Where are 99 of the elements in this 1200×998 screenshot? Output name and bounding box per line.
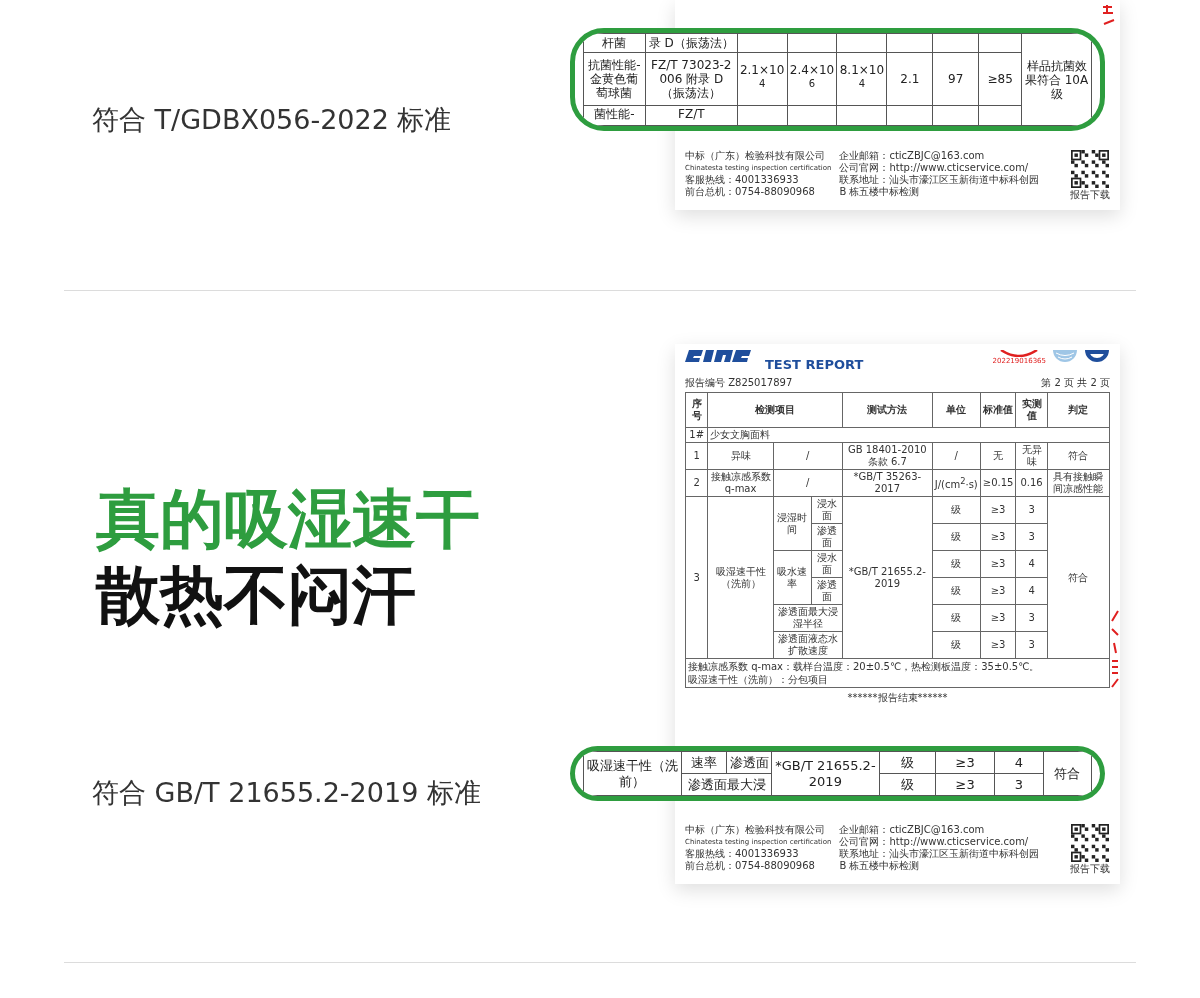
table-cell: 级 xyxy=(879,751,936,774)
headline-text: 散热不闷汗 xyxy=(96,557,416,633)
seal-icon xyxy=(1100,4,1116,26)
table-cell: 级 xyxy=(932,550,981,578)
table-cell: 渗透面 xyxy=(726,751,772,774)
table-cell: 3 xyxy=(685,496,708,659)
footer-text: 企业邮箱：cticZBJC@163.com xyxy=(839,824,986,836)
table-cell: 渗透面液态水扩散速度 xyxy=(773,631,843,659)
table-cell: FZ/T xyxy=(645,105,738,126)
seal-icon xyxy=(1108,609,1120,689)
table-cell: 4 xyxy=(994,751,1044,774)
table-cell: ≥3 xyxy=(935,751,995,774)
table-cell: 异味 xyxy=(708,442,774,470)
table-cell: ≥3 xyxy=(980,604,1016,632)
table-cell: *GB/T 21655.2-2019 xyxy=(771,751,879,796)
table-cell: ≥3 xyxy=(935,773,995,796)
table-cell: 符合 xyxy=(1043,751,1092,796)
report-number: 报告编号 Z825017897 xyxy=(685,376,793,390)
table-cell: 3 xyxy=(1015,496,1048,524)
table-cell: ≥3 xyxy=(980,577,1016,605)
table-cell: 级 xyxy=(932,523,981,551)
column-header: 实测值 xyxy=(1015,392,1048,428)
footer-text: 前台总机：0754-88090968 xyxy=(685,186,816,198)
qr-label: 报告下载 xyxy=(1070,862,1110,876)
table-cell: 级 xyxy=(932,577,981,605)
footer-text: 联系地址：汕头市濠江区玉新街道中标科创园 xyxy=(839,848,1040,860)
table-cell: 无异味 xyxy=(1015,442,1048,470)
table-cell: 97 xyxy=(932,52,979,106)
table-cell: 具有接触瞬间凉感性能 xyxy=(1047,469,1110,497)
qr-label: 报告下载 xyxy=(1070,188,1110,202)
footer-text: 公司官网：http://www.cticservice.com/ xyxy=(839,162,1030,174)
qr-code-icon xyxy=(1071,150,1109,188)
table-cell: 浸湿时间 xyxy=(773,496,812,551)
column-header: 序号 xyxy=(685,392,708,428)
table-cell: 菌性能- xyxy=(583,105,646,126)
footer-text: 前台总机：0754-88090968 xyxy=(685,860,816,872)
report-title: TEST REPORT xyxy=(765,357,864,372)
table-cell: 吸湿速干性（洗前） xyxy=(583,751,682,796)
table-cell: *GB/T 35263-2017 xyxy=(842,469,933,497)
table-cell: / xyxy=(773,469,843,497)
table-cell: 速率 xyxy=(681,751,727,774)
table-cell: 少女文胸面料 xyxy=(708,427,1110,443)
footer-text: 客服热线：4001336933 xyxy=(685,174,800,186)
table-cell: 1# xyxy=(685,427,708,443)
column-header: 标准值 xyxy=(980,392,1016,428)
table-cell: 1 xyxy=(685,442,708,470)
footer-text: B 栋五楼中标检测 xyxy=(839,860,921,872)
footer-text: 客服热线：4001336933 xyxy=(685,848,800,860)
footer-text: 中标（广东）检验科技有限公司 xyxy=(685,824,826,836)
table-cell: 接触凉感系数 q-max xyxy=(708,469,774,497)
standard-text: 符合 GB/T 21655.2-2019 标准 xyxy=(92,776,481,810)
table-cell: 级 xyxy=(879,773,936,796)
page-number: 第 2 页 共 2 页 xyxy=(1041,376,1110,390)
table-cell: / xyxy=(932,442,981,470)
table-cell: 吸水速率 xyxy=(773,550,812,605)
note-text: 接触凉感系数 q-max：载样台温度：20±0.5℃，热检测板温度：35±0.5℃。 xyxy=(688,660,1041,673)
table-cell: 渗透面 xyxy=(811,523,843,551)
table-cell: 浸水面 xyxy=(811,550,843,578)
headline-text: 真的吸湿速干 xyxy=(96,481,480,557)
table-cell: ≥0.15 xyxy=(980,469,1016,497)
table-cell: 符合 xyxy=(1047,496,1110,659)
table-cell: 0.16 xyxy=(1015,469,1048,497)
footer-text: 联系地址：汕头市濠江区玉新街道中标科创园 xyxy=(839,174,1040,186)
table-cell: J/(cm$^{2}$·s) xyxy=(932,469,981,497)
column-header: 测试方法 xyxy=(842,392,933,428)
table-cell: 渗透面 xyxy=(811,577,843,605)
table-cell: 杆菌 xyxy=(583,33,646,53)
table-cell: 符合 xyxy=(1047,442,1110,470)
table-cell: ≥3 xyxy=(980,631,1016,659)
table-cell: ≥3 xyxy=(980,523,1016,551)
table-cell: GB 18401-2010 条款 6.7 xyxy=(842,442,933,470)
column-header: 单位 xyxy=(932,392,981,428)
qr-code-icon xyxy=(1071,824,1109,862)
table-cell: 级 xyxy=(932,496,981,524)
table-cell: ≥3 xyxy=(980,550,1016,578)
table-cell: 浸水面 xyxy=(811,496,843,524)
table-cell: *GB/T 21655.2-2019 xyxy=(842,496,933,659)
footer-text: 企业邮箱：cticZBJC@163.com xyxy=(839,150,986,162)
column-header: 检测项目 xyxy=(708,392,843,428)
table-cell: 吸湿速干性（洗前） xyxy=(708,496,774,659)
end-marker: ******报告结束****** xyxy=(847,691,948,705)
table-cell: 级 xyxy=(932,604,981,632)
table-cell: 抗菌性能-金黄色葡萄球菌 xyxy=(583,52,646,106)
table-cell: 2.1 xyxy=(886,52,933,106)
column-header: 判定 xyxy=(1047,392,1110,428)
table-cell: 样品抗菌效果符合 10A 级 xyxy=(1021,33,1092,126)
table-cell: 录 D（振荡法） xyxy=(645,33,738,53)
table-cell: 无 xyxy=(980,442,1016,470)
footer-text: 公司官网：http://www.cticservice.com/ xyxy=(839,836,1030,848)
table-cell: ≥3 xyxy=(980,496,1016,524)
table-cell: 级 xyxy=(932,631,981,659)
note-text: 吸湿速干性（洗前）：分包项目 xyxy=(688,673,829,686)
table-cell: / xyxy=(773,442,843,470)
table-cell: FZ/T 73023-2006 附录 D（振荡法） xyxy=(645,52,738,106)
footer-text: B 栋五楼中标检测 xyxy=(839,186,921,198)
table-cell: 渗透面最大浸湿半径 xyxy=(773,604,843,632)
footer-text: 中标（广东）检验科技有限公司 xyxy=(685,150,826,162)
standard-text: 符合 T/GDBX056-2022 标准 xyxy=(92,103,452,137)
table-cell: 2 xyxy=(685,469,708,497)
